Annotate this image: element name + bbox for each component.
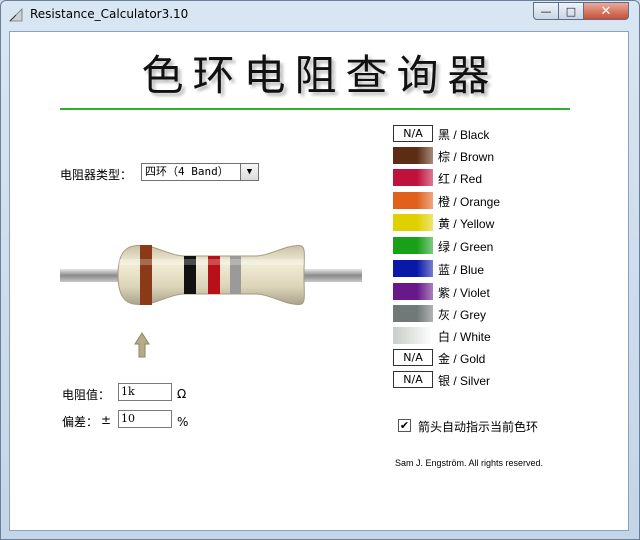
window-title: Resistance_Calculator3.10	[30, 7, 189, 21]
app-window: Resistance_Calculator3.10 — □ ✕ 色环电阻查询器 …	[0, 0, 640, 540]
resistor-type-select[interactable]: 四环（4 Band） ▼	[141, 163, 259, 181]
color-name: 棕 / Brown	[438, 150, 495, 164]
resistance-unit: Ω	[177, 387, 187, 401]
client-area: 色环电阻查询器 电阻器类型： 四环（4 Band） ▼ 电阻值： 1k Ω 偏差…	[9, 31, 629, 531]
auto-arrow-label[interactable]: 箭头自动指示当前色环	[418, 418, 538, 435]
chevron-down-icon[interactable]: ▼	[240, 164, 258, 180]
color-name: 白 / White	[438, 330, 491, 344]
tolerance-prefix: ±	[101, 413, 112, 427]
color-name: 灰 / Grey	[438, 308, 487, 322]
tolerance-unit: %	[177, 415, 189, 429]
color-swatch[interactable]	[393, 169, 433, 186]
color-swatch[interactable]	[393, 327, 433, 344]
minimize-button[interactable]: —	[533, 2, 559, 20]
resistor-band-1	[140, 245, 152, 305]
color-swatch[interactable]	[393, 283, 433, 300]
color-swatch[interactable]	[393, 192, 433, 209]
resistor-type-label: 电阻器类型：	[60, 168, 133, 182]
close-button[interactable]: ✕	[583, 2, 629, 20]
color-name: 蓝 / Blue	[438, 263, 485, 277]
app-icon	[9, 8, 23, 22]
color-swatch[interactable]	[393, 305, 433, 322]
color-name: 绿 / Green	[438, 240, 494, 254]
title-divider	[60, 108, 570, 110]
resistance-label: 电阻值：	[62, 388, 111, 402]
auto-arrow-checkbox[interactable]: ✔	[398, 419, 411, 432]
resistor-type-value: 四环（4 Band）	[145, 165, 229, 178]
tolerance-input[interactable]: 10	[118, 410, 172, 428]
color-swatch[interactable]	[393, 260, 433, 277]
color-name: 黑 / Black	[438, 128, 490, 142]
color-name: 紫 / Violet	[438, 286, 490, 300]
copyright-text: Sam J. Engström. All rights reserved.	[395, 458, 544, 468]
resistor-image	[60, 244, 362, 306]
color-name: 银 / Silver	[438, 374, 491, 388]
color-swatch[interactable]: N/A	[393, 125, 433, 142]
band-pointer-arrow-icon	[134, 332, 150, 358]
resistance-input[interactable]: 1k	[118, 383, 172, 401]
page-title: 色环电阻查询器	[141, 51, 499, 100]
title-bar[interactable]: Resistance_Calculator3.10 — □ ✕	[1, 1, 639, 29]
color-name: 黄 / Yellow	[438, 217, 495, 231]
color-swatch[interactable]: N/A	[393, 371, 433, 388]
color-name: 橙 / Orange	[438, 195, 501, 209]
maximize-button[interactable]: □	[558, 2, 584, 20]
tolerance-label: 偏差：	[62, 415, 99, 429]
color-swatch[interactable]	[393, 237, 433, 254]
color-swatch[interactable]: N/A	[393, 349, 433, 366]
color-name: 红 / Red	[438, 172, 483, 186]
color-swatch[interactable]	[393, 214, 433, 231]
color-swatch[interactable]	[393, 147, 433, 164]
resistor-highlight	[118, 259, 304, 265]
color-name: 金 / Gold	[438, 352, 486, 366]
